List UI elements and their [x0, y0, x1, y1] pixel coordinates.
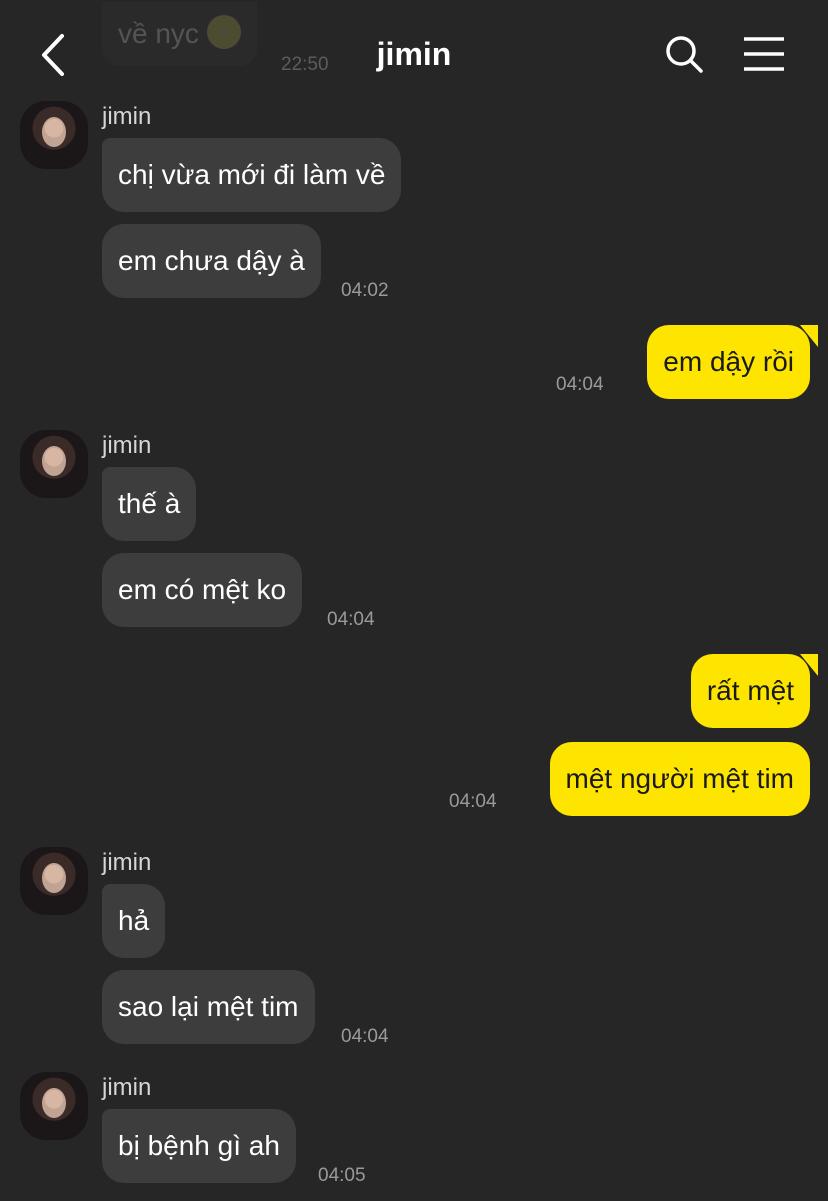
avatar[interactable] [20, 430, 88, 498]
avatar[interactable] [20, 1072, 88, 1140]
sender-name: jimin [102, 1074, 152, 1101]
avatar[interactable] [20, 101, 88, 169]
message-time: 04:04 [449, 791, 497, 812]
message-bubble[interactable]: em chưa dậy à [102, 224, 321, 298]
message-bubble[interactable]: em dậy rồi [647, 325, 818, 399]
message-time: 04:05 [318, 1165, 366, 1186]
chat-header: jimin [0, 0, 828, 108]
message-time: 04:04 [327, 609, 375, 630]
message-bubble[interactable]: hả [102, 884, 166, 958]
message-bubble[interactable]: bị bệnh gì ah [102, 1109, 296, 1183]
message-bubble[interactable]: mệt người mệt tim [549, 742, 810, 816]
hamburger-menu-icon [744, 37, 784, 71]
message-time: 04:04 [341, 1026, 389, 1047]
message-time: 04:02 [341, 280, 389, 301]
sender-name: jimin [102, 849, 152, 876]
message-bubble[interactable]: chị vừa mới đi làm về [102, 138, 402, 212]
message-bubble[interactable]: rất mệt [690, 654, 819, 728]
search-button[interactable] [662, 32, 708, 78]
sender-name: jimin [102, 432, 152, 459]
search-icon [666, 36, 703, 73]
avatar[interactable] [20, 847, 88, 915]
message-bubble[interactable]: em có mệt ko [102, 553, 303, 627]
message-bubble[interactable]: thế à [102, 467, 197, 541]
message-time: 04:04 [556, 374, 604, 395]
message-bubble[interactable]: sao lại mệt tim [102, 970, 315, 1044]
menu-button[interactable] [740, 34, 788, 74]
